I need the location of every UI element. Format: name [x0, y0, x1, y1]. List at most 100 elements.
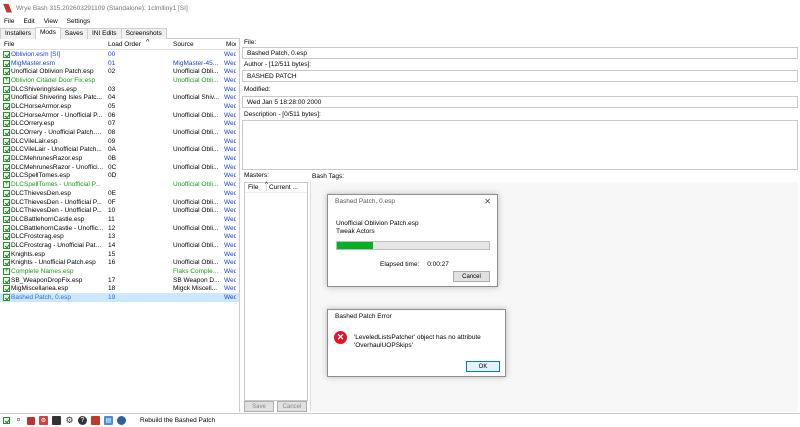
masters-list[interactable]: File Current ... ^: [244, 182, 308, 401]
cancel-button[interactable]: Cancel: [277, 401, 307, 412]
checked-checkbox-icon[interactable]: [3, 68, 10, 76]
mod-row[interactable]: DLCOrrery.esp 07 Wed...: [0, 120, 239, 129]
mod-row[interactable]: Knights - Unofficial Patch.esp 16 Unoffici…: [0, 259, 239, 268]
column-modified[interactable]: Modif: [222, 41, 236, 48]
mod-row[interactable]: DLCThievesDen.esp 0E Wed...: [0, 189, 239, 198]
column-source[interactable]: Source: [169, 41, 222, 48]
checked-checkbox-icon[interactable]: [3, 233, 10, 241]
bash-patch-icon[interactable]: [27, 416, 35, 425]
checked-checkbox-icon[interactable]: [3, 215, 10, 223]
checked-checkbox-icon[interactable]: [3, 250, 10, 258]
checked-checkbox-icon[interactable]: [3, 120, 10, 128]
mod-row[interactable]: DLCShiveringIsles.esp 03 Wed...: [0, 85, 239, 94]
checked-checkbox-icon[interactable]: [3, 94, 10, 102]
mod-row[interactable]: DLCThievesDen - Unofficial P... 10 Unoffic…: [0, 206, 239, 215]
checked-checkbox-icon[interactable]: [3, 59, 10, 67]
console-icon[interactable]: [52, 416, 61, 425]
column-file[interactable]: File: [0, 41, 104, 48]
checked-checkbox-icon[interactable]: [3, 259, 10, 267]
menu-edit[interactable]: Edit: [23, 18, 34, 25]
author-value: BASHED PATCH: [247, 72, 297, 80]
mod-row[interactable]: DLCMehrunesRazor.esp 0B Wed...: [0, 154, 239, 163]
merged-checkbox-icon[interactable]: [3, 267, 10, 276]
masters-column-file[interactable]: File: [245, 184, 267, 191]
checked-checkbox-icon[interactable]: [3, 111, 10, 119]
mod-row[interactable]: Unofficial Shivering Isles Patc... 04 Unof…: [0, 93, 239, 102]
mod-row[interactable]: SB_WeaponDropFix.esp 17 SB Weapon D... Wed.…: [0, 276, 239, 285]
ok-button[interactable]: OK: [466, 361, 500, 372]
mod-row[interactable]: DLCBattlehornCastle - Unoffic... 12 Unoffi…: [0, 224, 239, 233]
close-icon[interactable]: ✕: [484, 197, 491, 206]
tab-screenshots[interactable]: Screenshots: [120, 28, 167, 39]
mod-row[interactable]: Oblivion.esm [SI] 00 Wed...: [0, 50, 239, 59]
checked-checkbox-icon[interactable]: [3, 102, 10, 110]
mod-load-order: 01: [108, 59, 116, 67]
tab-ini-edits[interactable]: INI Edits: [87, 28, 122, 39]
progress-dialog-title-bar: Bashed Patch, 0.esp ✕: [328, 195, 497, 208]
checked-checkbox-icon[interactable]: [3, 137, 10, 145]
tab-installers[interactable]: Installers: [0, 28, 37, 39]
tab-mods[interactable]: Mods: [35, 27, 61, 39]
modified-field[interactable]: Wed Jan 5 18:28:00 2000: [242, 96, 798, 108]
column-load-order[interactable]: Load Order ^: [104, 39, 169, 48]
doc-browser-icon[interactable]: ▤: [104, 416, 113, 425]
hash-icon[interactable]: ¤: [14, 416, 23, 425]
mod-row[interactable]: DLCOrrery - Unofficial Patch.e... 08 Unoff…: [0, 128, 239, 137]
merged-checkbox-icon[interactable]: [3, 76, 10, 84]
mod-row[interactable]: Bashed Patch, 0.esp 19 Wed...: [0, 293, 239, 302]
checked-checkbox-icon[interactable]: [3, 50, 10, 58]
merged-checkbox-icon[interactable]: [3, 180, 10, 189]
mod-row[interactable]: DLCVileLair.esp 09 Wed...: [0, 137, 239, 146]
wrye-red-icon[interactable]: [91, 416, 100, 425]
mod-row[interactable]: DLCSpellTomes - Unofficial P... Unofficia…: [0, 180, 239, 189]
mod-row[interactable]: DLCHorseArmor - Unofficial P... 06 Unoffic…: [0, 111, 239, 120]
mod-row[interactable]: MigMiscellanea.esp 18 Migck Miscell... Wed.…: [0, 285, 239, 294]
checked-checkbox-icon[interactable]: [3, 241, 10, 249]
mod-row[interactable]: DLCFrostcrag - Unofficial Patc... 14 Unoff…: [0, 241, 239, 250]
mod-row[interactable]: MigMaster.esm 01 MigMaster-45... Wed...: [0, 59, 239, 68]
mod-load-order: 11: [108, 215, 115, 223]
author-field[interactable]: BASHED PATCH: [242, 70, 798, 82]
mod-row[interactable]: DLCThievesDen - Unofficial P... 0F Unoffic…: [0, 198, 239, 207]
checked-checkbox-icon[interactable]: [3, 207, 10, 215]
mod-row[interactable]: Complete Names.esp Flaks Comple... Wed...: [0, 267, 239, 276]
checked-checkbox-icon[interactable]: [3, 189, 10, 197]
tab-saves[interactable]: Saves: [59, 28, 88, 39]
progress-cancel-button[interactable]: Cancel: [453, 271, 490, 282]
checked-checkbox-icon[interactable]: [3, 198, 10, 206]
gear-red-icon[interactable]: ⚙: [39, 416, 48, 425]
mod-row[interactable]: DLCHorseArmor.esp 05 Wed...: [0, 102, 239, 111]
modified-label: Modified:: [244, 86, 271, 93]
menu-view[interactable]: View: [44, 18, 58, 25]
checked-checkbox-icon[interactable]: [3, 276, 10, 284]
checked-checkbox-icon[interactable]: [3, 85, 10, 93]
checkbox-icon[interactable]: [3, 417, 10, 424]
checked-checkbox-icon[interactable]: [3, 163, 10, 171]
steam-icon[interactable]: [117, 416, 126, 425]
mod-row[interactable]: Unofficial Oblivion Patch.esp 02 Unofficia…: [0, 67, 239, 76]
file-name-field[interactable]: Bashed Patch, 0.esp: [242, 47, 798, 59]
checked-checkbox-icon[interactable]: [3, 129, 10, 137]
mod-row[interactable]: Knights.esp 15 Wed...: [0, 250, 239, 259]
mod-row[interactable]: DLCBattlehornCastle.esp 11 Wed...: [0, 215, 239, 224]
checked-checkbox-icon[interactable]: [3, 285, 10, 293]
checked-checkbox-icon[interactable]: [3, 146, 10, 154]
modified-value: Wed Jan 5 18:28:00 2000: [247, 98, 322, 106]
menu-settings[interactable]: Settings: [67, 18, 91, 25]
help-icon[interactable]: ?: [78, 416, 87, 425]
mod-row[interactable]: DLCFrostcrag.esp 13 Wed...: [0, 232, 239, 241]
checked-checkbox-icon[interactable]: [3, 155, 10, 163]
masters-column-current[interactable]: Current ...: [267, 184, 298, 191]
checked-checkbox-icon[interactable]: [3, 294, 10, 302]
description-field[interactable]: [242, 120, 798, 170]
menu-file[interactable]: File: [4, 18, 14, 25]
settings-gear-icon[interactable]: ⚙: [65, 415, 74, 425]
mod-row[interactable]: Oblivion Citadel Door Fix.esp Unofficial …: [0, 76, 239, 85]
checked-checkbox-icon[interactable]: [3, 172, 10, 180]
mod-row[interactable]: DLCMehrunesRazor - Unoffici... 0C Unoffici…: [0, 163, 239, 172]
mod-row[interactable]: DLCSpellTomes.esp 0D Wed...: [0, 172, 239, 181]
mod-load-order: 02: [108, 68, 116, 76]
checked-checkbox-icon[interactable]: [3, 224, 10, 232]
mod-row[interactable]: DLCVileLair - Unofficial Patch... 0A Unoff…: [0, 146, 239, 155]
save-button[interactable]: Save: [244, 401, 274, 412]
